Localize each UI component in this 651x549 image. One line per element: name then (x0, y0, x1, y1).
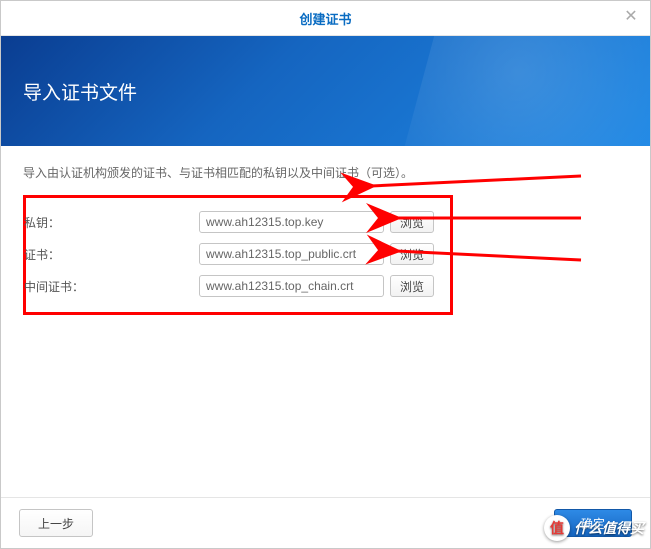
titlebar: 创建证书 ✕ (1, 1, 650, 36)
label-certificate: 证书： (24, 246, 189, 263)
row-intermediate: 中间证书： 浏览 (34, 272, 442, 300)
row-private-key: 私钥： 浏览 (34, 208, 442, 236)
file-form-highlight: 私钥： 浏览 证书： 浏览 中间证书： 浏览 (23, 195, 453, 315)
description-text: 导入由认证机构颁发的证书、与证书相匹配的私钥以及中间证书（可选）。 (23, 164, 628, 181)
input-certificate[interactable] (199, 243, 384, 265)
banner: 导入证书文件 (1, 36, 650, 146)
input-intermediate[interactable] (199, 275, 384, 297)
watermark-badge-icon: 值 (544, 515, 570, 541)
watermark: 值 什么值得买 (544, 508, 650, 548)
dialog-title: 创建证书 (299, 9, 351, 28)
label-intermediate: 中间证书： (24, 278, 189, 295)
watermark-text: 什么值得买 (574, 518, 644, 538)
input-private-key[interactable] (199, 211, 384, 233)
label-private-key: 私钥： (24, 214, 189, 231)
prev-button[interactable]: 上一步 (19, 509, 93, 537)
create-cert-dialog: 创建证书 ✕ 导入证书文件 导入由认证机构颁发的证书、与证书相匹配的私钥以及中间… (0, 0, 651, 549)
close-icon[interactable]: ✕ (622, 8, 640, 26)
browse-button-private-key[interactable]: 浏览 (390, 211, 434, 233)
row-certificate: 证书： 浏览 (34, 240, 442, 268)
banner-title: 导入证书文件 (23, 78, 137, 105)
content-area: 导入由认证机构颁发的证书、与证书相匹配的私钥以及中间证书（可选）。 私钥： 浏览… (1, 146, 650, 497)
browse-button-intermediate[interactable]: 浏览 (390, 275, 434, 297)
browse-button-certificate[interactable]: 浏览 (390, 243, 434, 265)
